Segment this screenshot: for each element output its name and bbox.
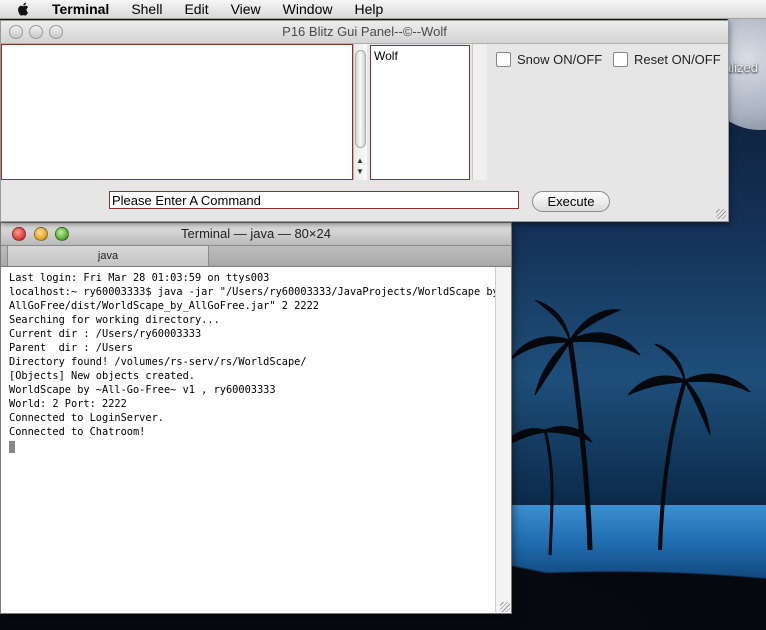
terminal-scrollbar[interactable] [495, 267, 511, 612]
log-text-area[interactable] [1, 44, 353, 180]
log-scroll-thumb[interactable] [355, 50, 366, 148]
menu-bar: Terminal Shell Edit View Window Help [0, 0, 766, 19]
apple-menu-icon[interactable] [14, 1, 34, 17]
terminal-line: Directory found! /volumes/rs-serv/rs/Wor… [9, 356, 307, 368]
terminal-line: Connected to Chatroom! [9, 426, 146, 438]
terminal-resize-grip-icon[interactable] [500, 602, 510, 612]
tab-java[interactable]: java [7, 246, 209, 266]
resize-grip-icon[interactable] [716, 209, 726, 219]
terminal-line: localhost:~ ry60003333$ java -jar "/User… [9, 286, 499, 298]
terminal-line: Connected to LoginServer. [9, 412, 164, 424]
command-input[interactable] [109, 191, 519, 209]
blitz-title-bar[interactable]: P16 Blitz Gui Panel--©--Wolf [1, 21, 728, 44]
window-title: P16 Blitz Gui Panel--©--Wolf [282, 24, 447, 39]
user-list-scrollbar[interactable] [472, 44, 487, 180]
menu-app-name[interactable]: Terminal [52, 1, 109, 17]
terminal-tab-bar: java [1, 246, 511, 267]
menu-edit[interactable]: Edit [184, 1, 208, 17]
execute-button[interactable]: Execute [532, 191, 610, 212]
reset-label: Reset ON/OFF [634, 52, 721, 67]
terminal-title: Terminal — java — 80×24 [181, 226, 331, 241]
terminal-line: AllGoFree/dist/WorldScape_by_AllGoFree.j… [9, 300, 319, 312]
menu-window[interactable]: Window [283, 1, 333, 17]
desktop-label: alized [724, 60, 758, 75]
palm-trees [510, 300, 751, 556]
snow-checkbox[interactable] [496, 52, 511, 67]
log-scrollbar[interactable]: ▲ ▼ [353, 44, 367, 180]
terminal-output[interactable]: Last login: Fri Mar 28 01:03:59 on ttys0… [1, 267, 499, 612]
scroll-up-arrow-icon[interactable]: ▲ [356, 156, 364, 165]
terminal-line: World: 2 Port: 2222 [9, 398, 127, 410]
terminal-line: [Objects] New objects created. [9, 370, 195, 382]
menu-view[interactable]: View [231, 1, 261, 17]
menu-shell[interactable]: Shell [131, 1, 162, 17]
user-list[interactable]: Wolf [370, 45, 470, 180]
terminal-line: Last login: Fri Mar 28 01:03:59 on ttys0… [9, 272, 270, 284]
terminal-line: Searching for working directory... [9, 314, 220, 326]
terminal-title-bar[interactable]: Terminal — java — 80×24 [1, 223, 511, 246]
user-list-item[interactable]: Wolf [374, 49, 398, 63]
reset-toggle[interactable]: Reset ON/OFF [613, 52, 721, 67]
terminal-line: Current dir : /Users/ry60003333 [9, 328, 202, 340]
blitz-gui-window: P16 Blitz Gui Panel--©--Wolf ▲ ▼ Wolf Sn… [0, 20, 729, 222]
snow-toggle[interactable]: Snow ON/OFF [496, 52, 602, 67]
reset-checkbox[interactable] [613, 52, 628, 67]
menu-help[interactable]: Help [354, 1, 383, 17]
scroll-down-arrow-icon[interactable]: ▼ [356, 167, 364, 176]
terminal-cursor [9, 441, 15, 453]
terminal-window: Terminal — java — 80×24 java Last login:… [0, 222, 512, 614]
snow-label: Snow ON/OFF [517, 52, 603, 67]
terminal-line: WorldScape by ~All-Go-Free~ v1 , ry60003… [9, 384, 276, 396]
terminal-line: Parent dir : /Users [9, 342, 133, 354]
